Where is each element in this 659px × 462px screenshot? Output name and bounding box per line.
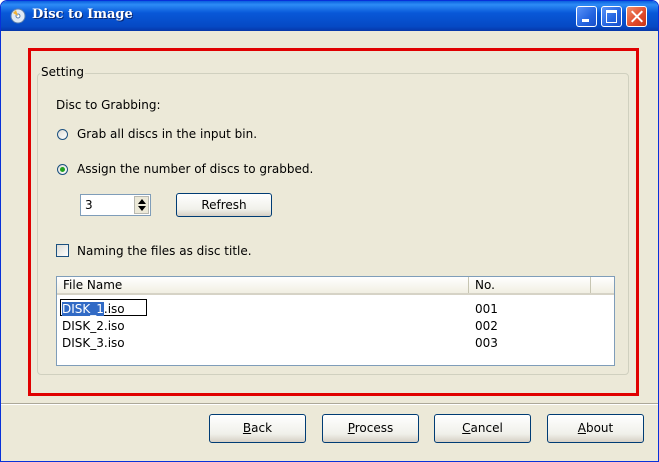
file-number-cell: 003: [475, 336, 498, 350]
back-label: ack: [251, 421, 273, 435]
spin-down-arrow-icon[interactable]: [138, 206, 146, 211]
app-disc-icon: [10, 8, 26, 24]
spin-up-arrow-icon[interactable]: [138, 199, 146, 204]
back-mnemonic: B: [242, 421, 252, 435]
table-row[interactable]: DISK_3.iso 003: [57, 337, 614, 350]
file-number-cell: 001: [475, 302, 498, 316]
table-row[interactable]: DISK_1.iso 001: [57, 299, 614, 316]
file-name-cell: DISK_3.iso: [62, 336, 125, 350]
spin-buttons[interactable]: [134, 196, 149, 214]
title-bar[interactable]: Disc to Image: [1, 1, 658, 31]
naming-checkbox[interactable]: [56, 244, 69, 257]
close-button[interactable]: [626, 6, 647, 27]
disc-count-value[interactable]: 3: [85, 198, 93, 212]
file-name-cell[interactable]: DISK_1.iso: [62, 302, 125, 316]
window-title: Disc to Image: [32, 7, 133, 22]
minimize-button[interactable]: [576, 6, 597, 27]
column-header-file-name[interactable]: File Name: [57, 277, 469, 293]
file-name-cell: DISK_2.iso: [62, 319, 125, 333]
file-extension: .iso: [103, 302, 125, 316]
about-button[interactable]: About: [547, 414, 644, 443]
grab-all-radio[interactable]: [57, 129, 68, 140]
disc-to-image-window: Disc to Image Setting Disc to Grabbing: …: [0, 0, 659, 462]
about-mnemonic: A: [577, 421, 586, 435]
refresh-button[interactable]: Refresh: [176, 193, 272, 217]
maximize-button[interactable]: [601, 6, 622, 27]
cancel-button[interactable]: Cancel: [434, 414, 531, 443]
grab-all-label[interactable]: Grab all discs in the input bin.: [77, 127, 257, 141]
about-label: bout: [585, 421, 614, 435]
back-button[interactable]: Back: [209, 414, 306, 443]
disc-to-grabbing-label: Disc to Grabbing:: [56, 98, 161, 112]
table-row[interactable]: DISK_2.iso 002: [57, 320, 614, 333]
assign-number-label[interactable]: Assign the number of discs to grabbed.: [77, 162, 313, 176]
file-list-header: File Name No.: [57, 277, 614, 295]
refresh-label: Refresh: [201, 198, 247, 212]
process-label: rocess: [354, 421, 394, 435]
file-number-cell: 002: [475, 319, 498, 333]
naming-label[interactable]: Naming the files as disc title.: [77, 244, 252, 258]
process-button[interactable]: Process: [322, 414, 419, 443]
assign-number-radio[interactable]: [57, 164, 68, 175]
setting-group-title: Setting: [40, 65, 85, 79]
file-list[interactable]: File Name No. DISK_1.iso 001 DISK_2.iso …: [56, 276, 615, 366]
cancel-label: ancel: [470, 421, 503, 435]
cancel-mnemonic: C: [462, 421, 471, 435]
process-mnemonic: P: [347, 421, 355, 435]
footer-separator: [1, 403, 658, 405]
disc-count-spinner[interactable]: 3: [80, 194, 151, 216]
column-header-no[interactable]: No.: [469, 277, 591, 293]
selected-text: DISK_1: [62, 302, 104, 316]
